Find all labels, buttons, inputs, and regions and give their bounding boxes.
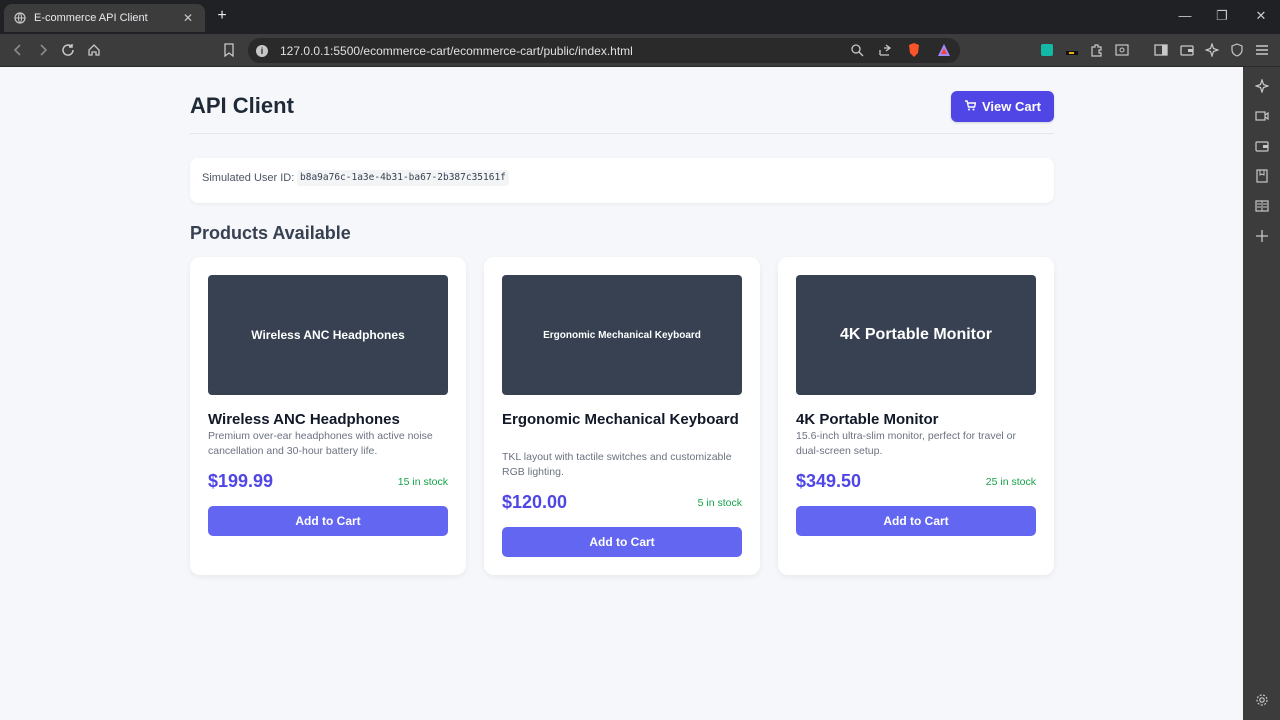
close-window-icon[interactable]: ✕ bbox=[1253, 8, 1269, 24]
product-name: Ergonomic Mechanical Keyboard bbox=[502, 411, 739, 428]
add-panel-icon[interactable] bbox=[1254, 228, 1270, 244]
zoom-icon[interactable] bbox=[849, 42, 865, 58]
minimize-icon[interactable]: — bbox=[1177, 8, 1193, 24]
site-info-icon[interactable]: i bbox=[256, 44, 268, 57]
product-image: 4K Portable Monitor bbox=[796, 275, 1036, 395]
product-card: 4K Portable Monitor 4K Portable Monitor … bbox=[778, 257, 1054, 575]
product-card: Ergonomic Mechanical Keyboard Ergonomic … bbox=[484, 257, 760, 575]
products-section-title: Products Available bbox=[190, 223, 351, 243]
product-image: Ergonomic Mechanical Keyboard bbox=[502, 275, 742, 395]
product-stock: 25 in stock bbox=[985, 476, 1036, 488]
product-card: Wireless ANC Headphones Wireless ANC Hea… bbox=[190, 257, 466, 575]
product-image: Wireless ANC Headphones bbox=[208, 275, 448, 395]
add-to-cart-button[interactable]: Add to Cart bbox=[208, 506, 448, 536]
user-id-value: b8a9a76c-1a3e-4b31-ba67-2b387c35161f bbox=[297, 170, 509, 186]
leo-ai-icon[interactable] bbox=[1204, 42, 1220, 58]
reading-list-icon[interactable] bbox=[1254, 198, 1270, 214]
bookmark-icon[interactable] bbox=[221, 42, 237, 58]
globe-icon bbox=[14, 12, 26, 24]
back-icon[interactable] bbox=[10, 42, 26, 58]
menu-icon[interactable] bbox=[1254, 42, 1270, 58]
page-content: API Client View Cart Simulated User ID: … bbox=[0, 67, 1243, 720]
brave-rewards-icon[interactable] bbox=[936, 42, 952, 58]
tab-strip: E-commerce API Client ✕ + — ❐ ✕ bbox=[0, 0, 1280, 34]
browser-tab[interactable]: E-commerce API Client ✕ bbox=[4, 4, 205, 32]
wallet-panel-icon[interactable] bbox=[1254, 138, 1270, 154]
vpn-icon[interactable] bbox=[1229, 42, 1245, 58]
product-stock: 15 in stock bbox=[397, 476, 448, 488]
user-id-label: Simulated User ID: bbox=[202, 172, 295, 184]
extensions-puzzle-icon[interactable] bbox=[1089, 42, 1105, 58]
extension-icon[interactable] bbox=[1064, 42, 1080, 58]
maximize-icon[interactable]: ❐ bbox=[1214, 8, 1230, 24]
new-tab-icon[interactable]: + bbox=[214, 8, 230, 24]
forward-icon[interactable] bbox=[35, 42, 51, 58]
url-text: 127.0.0.1:5500/ecommerce-cart/ecommerce-… bbox=[280, 43, 633, 58]
add-to-cart-button[interactable]: Add to Cart bbox=[796, 506, 1036, 536]
wallet-icon[interactable] bbox=[1179, 42, 1195, 58]
product-image-text: Ergonomic Mechanical Keyboard bbox=[543, 329, 701, 341]
translate-icon[interactable] bbox=[1039, 42, 1055, 58]
header-divider bbox=[190, 133, 1054, 134]
brave-shield-icon[interactable] bbox=[906, 42, 922, 58]
product-price: $349.50 bbox=[796, 471, 862, 491]
user-info-box: Simulated User ID: b8a9a76c-1a3e-4b31-ba… bbox=[190, 158, 1054, 203]
product-price: $120.00 bbox=[502, 492, 568, 512]
browser-toolbar: i 127.0.0.1:5500/ecommerce-cart/ecommerc… bbox=[0, 34, 1280, 67]
product-name: 4K Portable Monitor bbox=[796, 411, 939, 428]
product-description: TKL layout with tactile switches and cus… bbox=[502, 451, 732, 478]
leo-panel-icon[interactable] bbox=[1254, 78, 1270, 94]
view-cart-button[interactable]: View Cart bbox=[951, 91, 1054, 122]
bookmarks-panel-icon[interactable] bbox=[1254, 168, 1270, 184]
product-image-text: 4K Portable Monitor bbox=[839, 326, 992, 343]
page-title: API Client bbox=[190, 93, 294, 118]
screenshot-icon[interactable] bbox=[1114, 42, 1130, 58]
talk-icon[interactable] bbox=[1254, 108, 1270, 124]
tab-title: E-commerce API Client bbox=[34, 12, 148, 24]
sidebar-toggle-icon[interactable] bbox=[1153, 42, 1169, 58]
product-name: Wireless ANC Headphones bbox=[208, 411, 400, 428]
product-description: 15.6-inch ultra-slim monitor, perfect fo… bbox=[796, 430, 1016, 457]
share-icon[interactable] bbox=[877, 42, 893, 58]
product-price: $199.99 bbox=[208, 471, 274, 491]
home-icon[interactable] bbox=[86, 42, 102, 58]
browser-side-panel bbox=[1243, 67, 1280, 720]
reload-icon[interactable] bbox=[60, 42, 76, 58]
cart-icon bbox=[964, 99, 977, 114]
product-stock: 5 in stock bbox=[697, 497, 742, 509]
view-cart-label: View Cart bbox=[981, 99, 1041, 114]
product-image-text: Wireless ANC Headphones bbox=[251, 328, 405, 342]
add-to-cart-button[interactable]: Add to Cart bbox=[502, 527, 742, 557]
close-tab-icon[interactable]: ✕ bbox=[181, 11, 195, 25]
settings-gear-icon[interactable] bbox=[1254, 692, 1270, 708]
product-description: Premium over-ear headphones with active … bbox=[208, 430, 433, 457]
